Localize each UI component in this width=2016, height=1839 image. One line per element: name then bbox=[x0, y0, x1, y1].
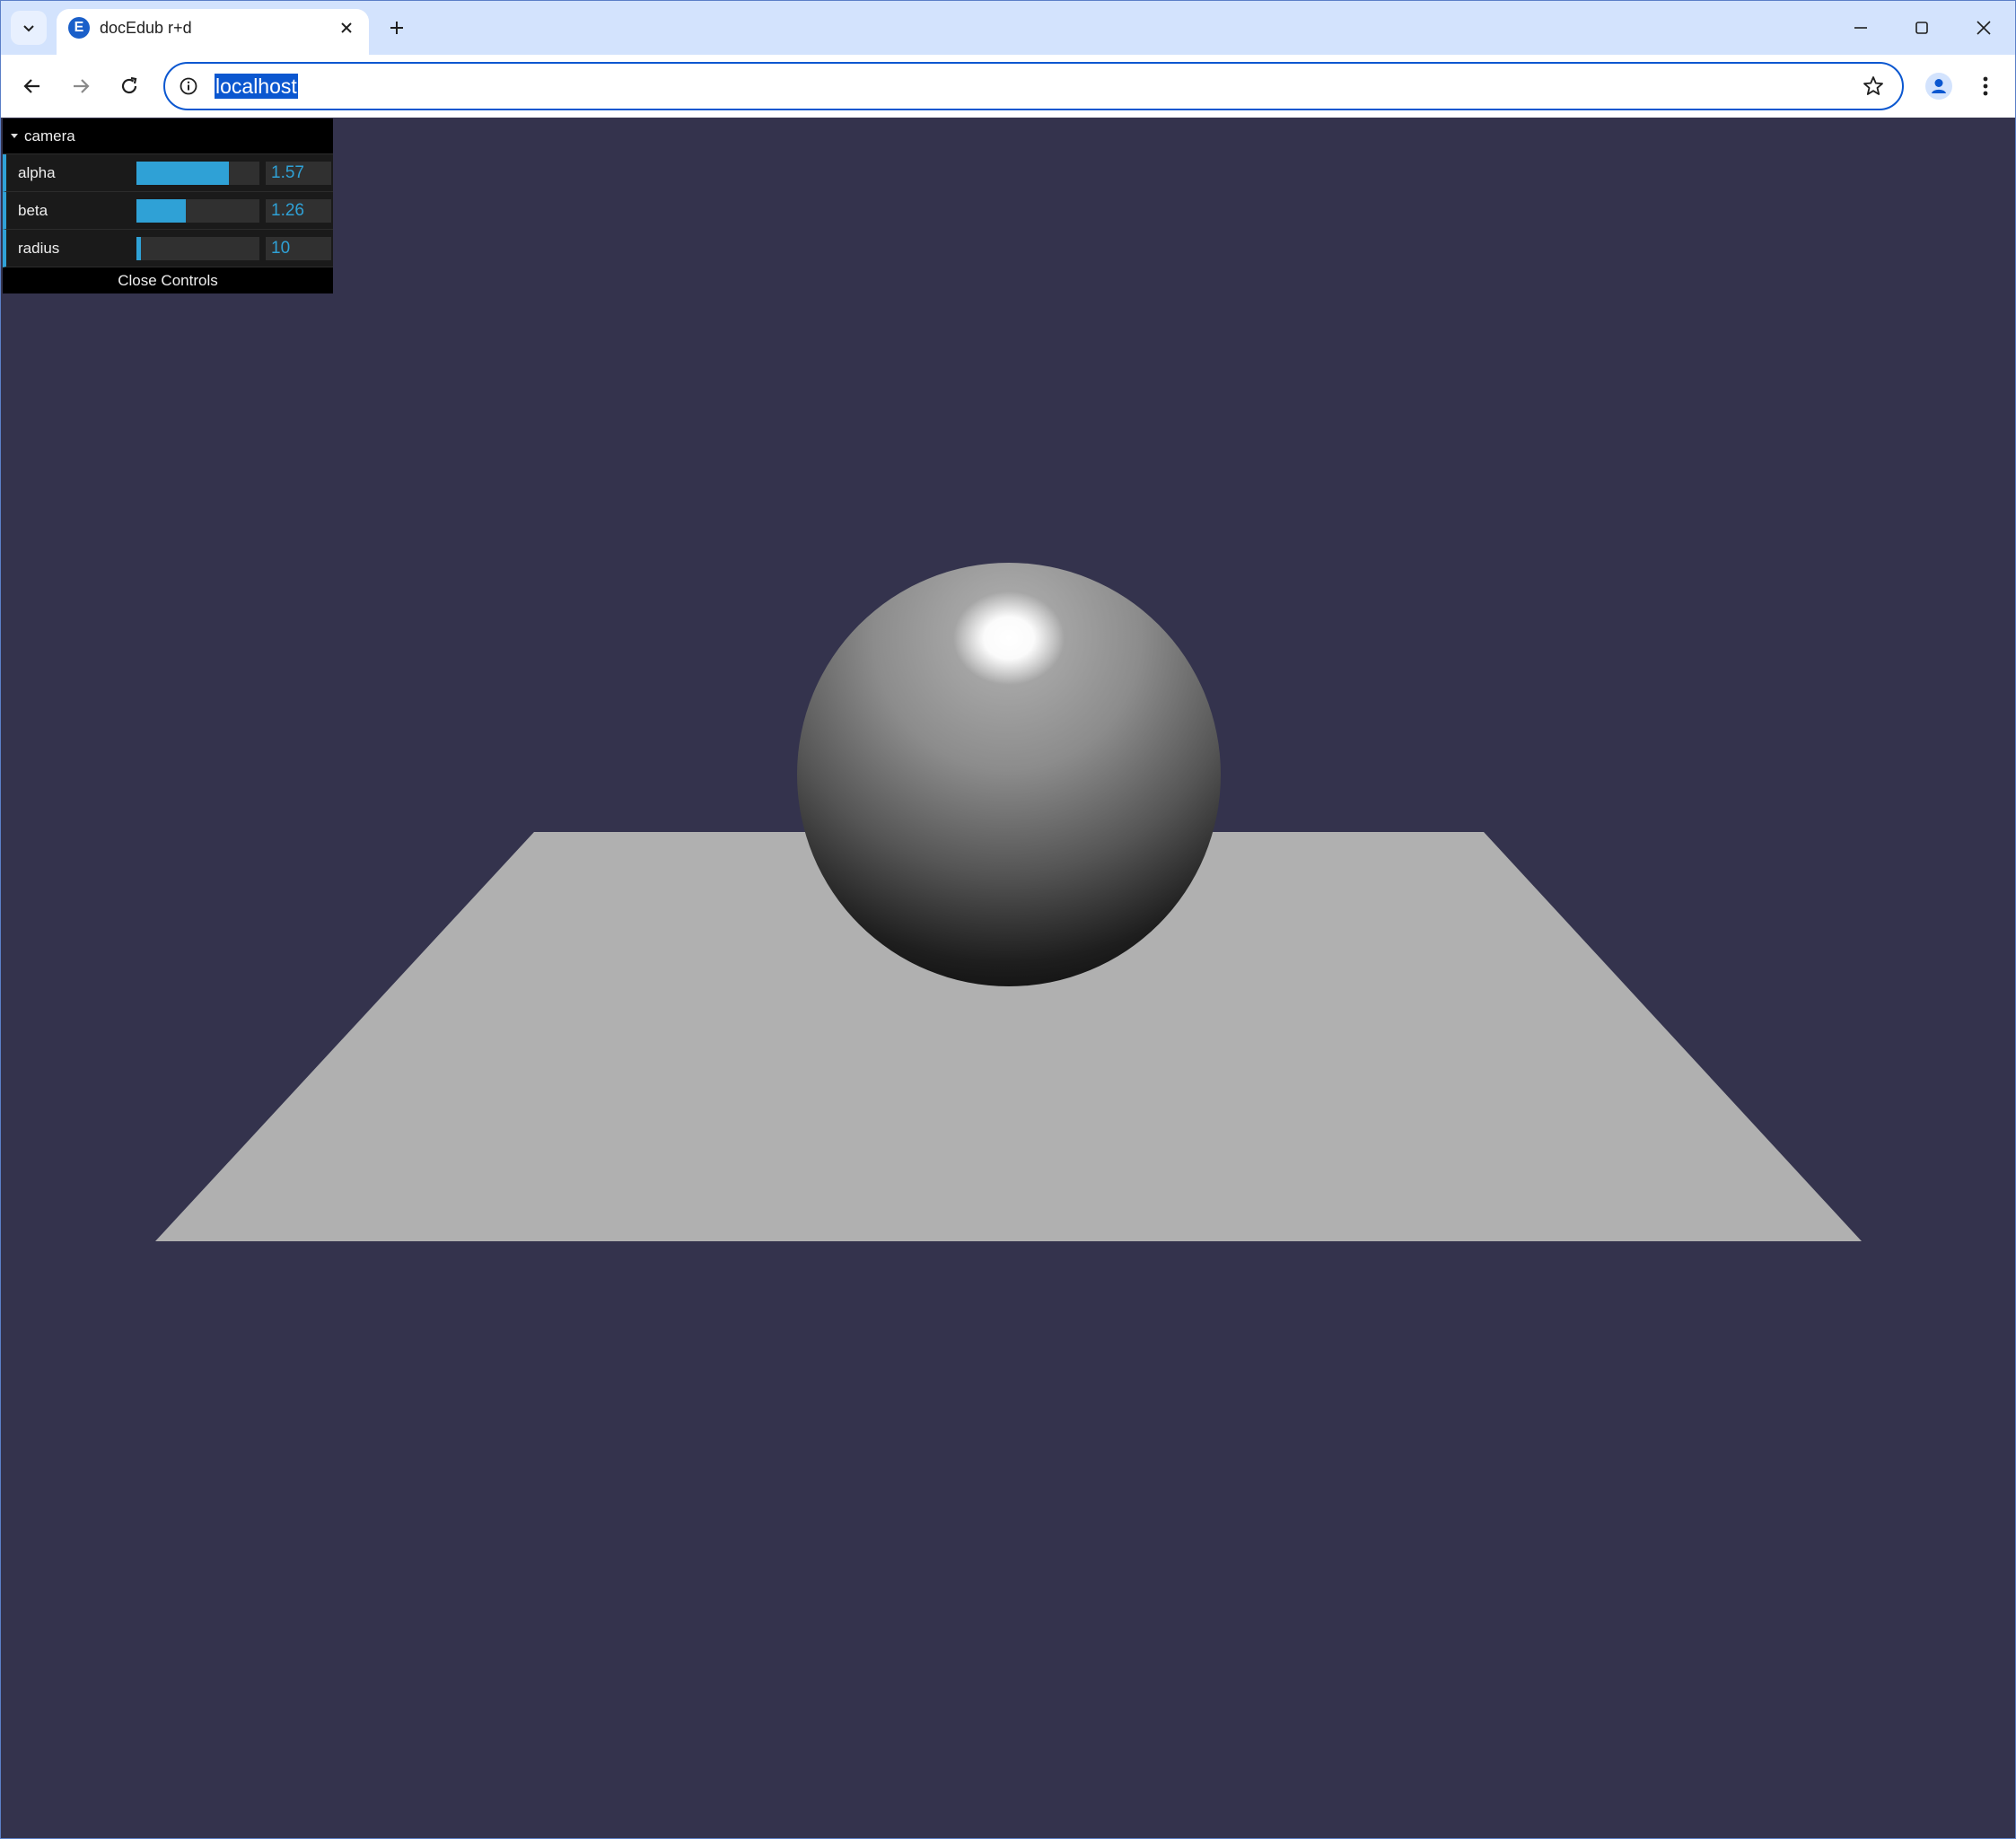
close-window-button[interactable] bbox=[1964, 10, 2003, 46]
person-icon bbox=[1925, 73, 1952, 100]
alpha-value-input[interactable]: 1.57 bbox=[266, 162, 331, 185]
slider-fill bbox=[136, 199, 186, 223]
radius-value-input[interactable]: 10 bbox=[266, 237, 331, 260]
reload-icon bbox=[121, 76, 137, 94]
control-label: radius bbox=[18, 240, 60, 257]
maximize-button[interactable] bbox=[1902, 10, 1941, 46]
radius-slider[interactable] bbox=[136, 237, 259, 260]
gui-control-radius: radius 10 bbox=[3, 230, 333, 267]
site-info-button[interactable] bbox=[178, 75, 199, 97]
kebab-menu-icon bbox=[1983, 76, 1988, 96]
tab-strip: E docEdub r+d bbox=[1, 1, 2015, 55]
forward-button[interactable] bbox=[63, 68, 99, 104]
star-icon bbox=[1863, 76, 1883, 95]
gui-control-alpha: alpha 1.57 bbox=[3, 154, 333, 192]
browser-menu-button[interactable] bbox=[1970, 68, 2001, 104]
browser-window: E docEdub r+d localhost camera alpha 1.5… bbox=[0, 0, 2016, 1839]
back-button[interactable] bbox=[14, 68, 50, 104]
maximize-icon bbox=[1915, 22, 1928, 34]
render-canvas[interactable] bbox=[1, 118, 2015, 1838]
alpha-slider[interactable] bbox=[136, 162, 259, 185]
reload-button[interactable] bbox=[111, 68, 147, 104]
control-label: alpha bbox=[18, 164, 56, 181]
gui-folder-camera[interactable]: camera bbox=[3, 118, 333, 154]
profile-button[interactable] bbox=[1923, 70, 1955, 102]
bookmark-button[interactable] bbox=[1861, 74, 1886, 99]
beta-slider[interactable] bbox=[136, 199, 259, 223]
gui-folder-title: camera bbox=[24, 127, 75, 144]
minimize-button[interactable] bbox=[1841, 10, 1880, 46]
info-icon bbox=[180, 77, 197, 95]
url-text[interactable]: localhost bbox=[215, 74, 298, 99]
address-bar[interactable]: localhost bbox=[163, 62, 1904, 110]
arrow-right-icon bbox=[74, 79, 90, 93]
minimize-icon bbox=[1854, 27, 1867, 29]
close-controls-button[interactable]: Close Controls bbox=[3, 267, 333, 293]
browser-toolbar: localhost bbox=[1, 55, 2015, 118]
tab-search-button[interactable] bbox=[11, 11, 47, 45]
tab-title: docEdub r+d bbox=[100, 19, 192, 37]
close-icon bbox=[341, 22, 352, 33]
gui-control-beta: beta 1.26 bbox=[3, 192, 333, 230]
favicon-icon: E bbox=[68, 17, 90, 39]
page-viewport: camera alpha 1.57 beta 1.26 radius 10 Cl… bbox=[1, 118, 2015, 1838]
new-tab-button[interactable] bbox=[381, 13, 412, 43]
arrow-left-icon bbox=[23, 79, 39, 93]
plus-icon bbox=[390, 22, 403, 34]
close-icon bbox=[1977, 21, 1991, 35]
caret-down-icon bbox=[11, 134, 18, 138]
gui-panel: camera alpha 1.57 beta 1.26 radius 10 Cl… bbox=[3, 118, 333, 293]
specular-highlight bbox=[953, 591, 1065, 685]
slider-fill bbox=[136, 237, 142, 260]
chevron-down-icon bbox=[23, 25, 34, 32]
tab-close-button[interactable] bbox=[335, 16, 358, 39]
beta-value-input[interactable]: 1.26 bbox=[266, 199, 331, 223]
control-label: beta bbox=[18, 202, 48, 219]
tab-active[interactable]: E docEdub r+d bbox=[57, 9, 369, 55]
slider-fill bbox=[136, 162, 229, 185]
